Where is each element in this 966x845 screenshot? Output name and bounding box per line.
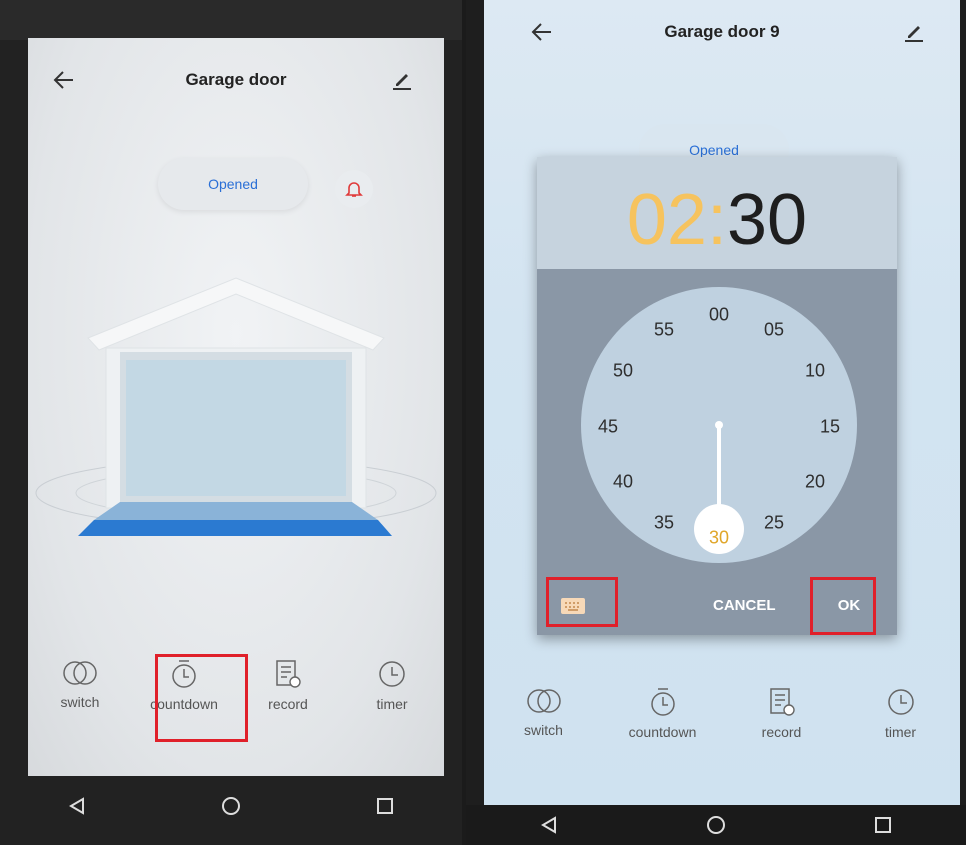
screen-garage-door-9: Garage door 9 Opened switch countdown re… (484, 0, 960, 805)
tab-label: switch (524, 722, 563, 738)
tab-label: countdown (628, 724, 697, 740)
status-label: Opened (689, 142, 739, 158)
tab-switch[interactable]: switch (484, 686, 603, 740)
nav-home-icon[interactable] (696, 805, 736, 845)
nav-back-icon[interactable] (529, 805, 569, 845)
status-label: Opened (208, 176, 258, 192)
timer-icon (887, 689, 914, 715)
switch-icon (63, 661, 97, 685)
tab-label: record (761, 724, 802, 740)
highlight-countdown (155, 654, 248, 742)
tab-label: timer (884, 724, 917, 740)
record-icon (769, 688, 795, 716)
page-title: Garage door 9 (664, 22, 780, 41)
time-display: 02:30 (537, 179, 897, 261)
clock-dial[interactable]: 00 05 10 15 20 25 30 35 40 45 50 55 (581, 287, 857, 563)
edit-pencil-icon[interactable] (896, 14, 932, 50)
clock-number[interactable]: 45 (598, 417, 618, 438)
feature-tabbar: switch countdown record timer (484, 686, 960, 740)
nav-back-icon[interactable] (57, 786, 97, 826)
page-title: Garage door (185, 70, 287, 89)
cancel-button[interactable]: CANCEL (713, 597, 776, 614)
clock-number[interactable]: 35 (654, 513, 674, 534)
status-pill: Opened (158, 158, 308, 210)
alert-bell-icon[interactable] (335, 170, 373, 208)
tab-label: timer (376, 696, 408, 712)
tab-record[interactable]: record (236, 658, 340, 712)
nav-recents-icon[interactable] (863, 805, 903, 845)
highlight-ok (810, 577, 876, 635)
time-picker-header: 02:30 (537, 157, 897, 269)
clock-number[interactable]: 15 (820, 417, 840, 438)
header: Garage door 9 (484, 0, 960, 60)
countdown-icon (650, 688, 675, 716)
clock-center (715, 421, 723, 429)
time-separator: : (706, 180, 727, 260)
tab-timer[interactable]: timer (340, 658, 444, 712)
header: Garage door (28, 52, 444, 112)
tab-label: switch (60, 694, 100, 710)
switch-icon (526, 689, 561, 713)
clock-number[interactable]: 25 (764, 513, 784, 534)
tab-label: record (268, 696, 308, 712)
clock-number-selected[interactable]: 30 (709, 528, 729, 549)
clock-number[interactable]: 00 (709, 305, 729, 326)
phone-right: Garage door 9 Opened switch countdown re… (466, 0, 966, 845)
record-icon (276, 660, 301, 688)
clock-number[interactable]: 55 (654, 320, 674, 341)
clock-number[interactable]: 05 (764, 320, 784, 341)
phone-left: Garage door Opened switch countdown reco… (0, 0, 462, 845)
highlight-keyboard (546, 577, 618, 627)
clock-number[interactable]: 40 (613, 472, 633, 493)
android-navbar (0, 776, 462, 836)
timer-icon (379, 661, 405, 687)
nav-home-icon[interactable] (211, 786, 251, 826)
clock-number[interactable]: 20 (805, 472, 825, 493)
minutes-value[interactable]: 30 (727, 180, 807, 260)
hours-value[interactable]: 02 (627, 180, 707, 260)
tab-switch[interactable]: switch (28, 658, 132, 712)
edit-pencil-icon[interactable] (384, 62, 420, 98)
time-picker-dialog: 02:30 00 05 10 15 20 25 30 35 40 45 50 5… (537, 157, 897, 635)
android-navbar (466, 805, 966, 845)
bezel-top (0, 0, 462, 40)
tab-record[interactable]: record (722, 686, 841, 740)
clock-number[interactable]: 10 (805, 361, 825, 382)
garage-illustration-icon (35, 277, 437, 536)
tab-countdown[interactable]: countdown (603, 686, 722, 740)
tab-timer[interactable]: timer (841, 686, 960, 740)
clock-number[interactable]: 50 (613, 361, 633, 382)
nav-recents-icon[interactable] (365, 786, 405, 826)
